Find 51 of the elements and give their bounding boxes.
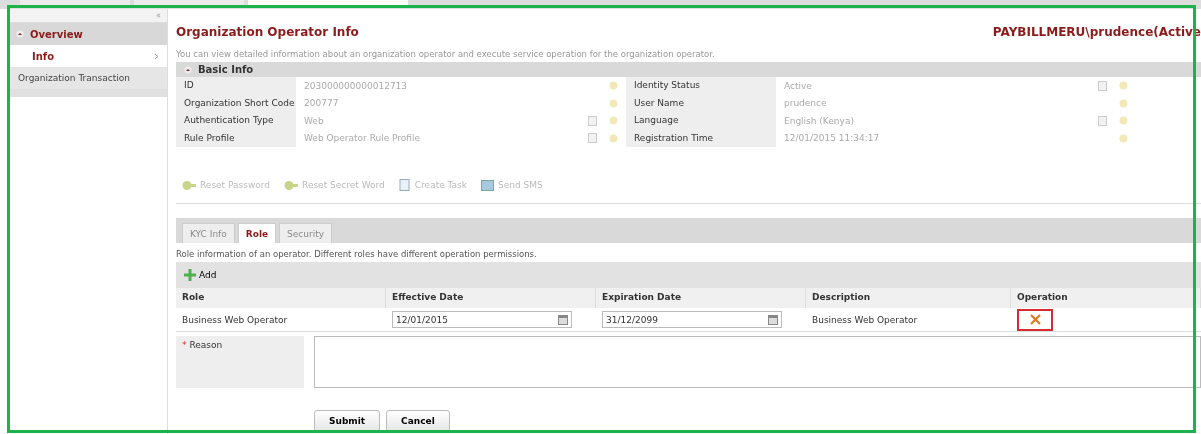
column-header: Operation [1011, 288, 1201, 308]
collapse-icon[interactable] [184, 65, 192, 74]
chevron-icon [154, 52, 159, 60]
sidebar-group-label[interactable]: Overview [30, 28, 83, 40]
role-description: Role information of an operator. Different roles have different operation permissions. [176, 248, 538, 261]
edit-icon[interactable] [1098, 80, 1107, 91]
top-tab[interactable] [134, 0, 244, 6]
sidebar-item[interactable]: Organization Transaction [10, 67, 167, 89]
date-field[interactable]: 12/01/2015 [392, 311, 572, 328]
edit-icon[interactable] [588, 115, 597, 126]
page-description: You can view detailed information about an organization operator and execute service operation for the organization operator. [176, 48, 716, 61]
field-value: prudence [784, 98, 828, 109]
column-header: Effective Date [386, 288, 596, 308]
date-field[interactable]: 31/12/2099 [602, 311, 782, 328]
column-header: Role [176, 288, 386, 308]
field-label: Language [626, 112, 776, 130]
reason-field[interactable] [314, 336, 1201, 388]
table-cell: Business Web Operator [176, 308, 386, 332]
calendar-icon[interactable] [768, 314, 778, 325]
calendar-icon[interactable] [558, 314, 568, 325]
column-header: Expiration Date [596, 288, 806, 308]
submit-button[interactable]: Submit [314, 410, 381, 432]
field-label: Identity Status [626, 77, 776, 95]
field-label: Reason [189, 340, 223, 350]
table-cell: Business Web Operator [806, 308, 1011, 332]
top-tab[interactable] [248, 0, 408, 6]
page-title: Organization Operator Info [176, 25, 359, 41]
key-icon [182, 179, 196, 191]
column-header: Description [806, 288, 1011, 308]
tab[interactable]: Role [237, 223, 277, 243]
document-icon [398, 179, 411, 191]
add-button[interactable]: Add [184, 269, 217, 281]
field-label: ID [176, 77, 296, 95]
edit-icon[interactable] [588, 133, 597, 144]
field-value: 203000000000012713 [304, 80, 409, 91]
field-label: Authentication Type [176, 112, 296, 130]
field-value: Active [784, 80, 813, 91]
message-icon [481, 179, 494, 191]
key-icon [284, 179, 299, 191]
edit-icon[interactable] [1098, 115, 1107, 126]
field-value: English (Kenya) [784, 115, 855, 126]
field-value: Web [304, 115, 325, 126]
cancel-button[interactable]: Cancel [386, 410, 450, 432]
field-value: 200777 [304, 98, 340, 109]
field-value: Web Operator Rule Profile [304, 133, 422, 144]
collapse-icon[interactable] [16, 30, 24, 38]
top-tab[interactable] [20, 0, 130, 6]
field-value: 12/01/2015 11:34:17 [784, 133, 881, 144]
delete-icon[interactable] [1029, 314, 1041, 325]
section-title: Basic Info [198, 64, 254, 75]
required-mark: * [182, 340, 187, 350]
